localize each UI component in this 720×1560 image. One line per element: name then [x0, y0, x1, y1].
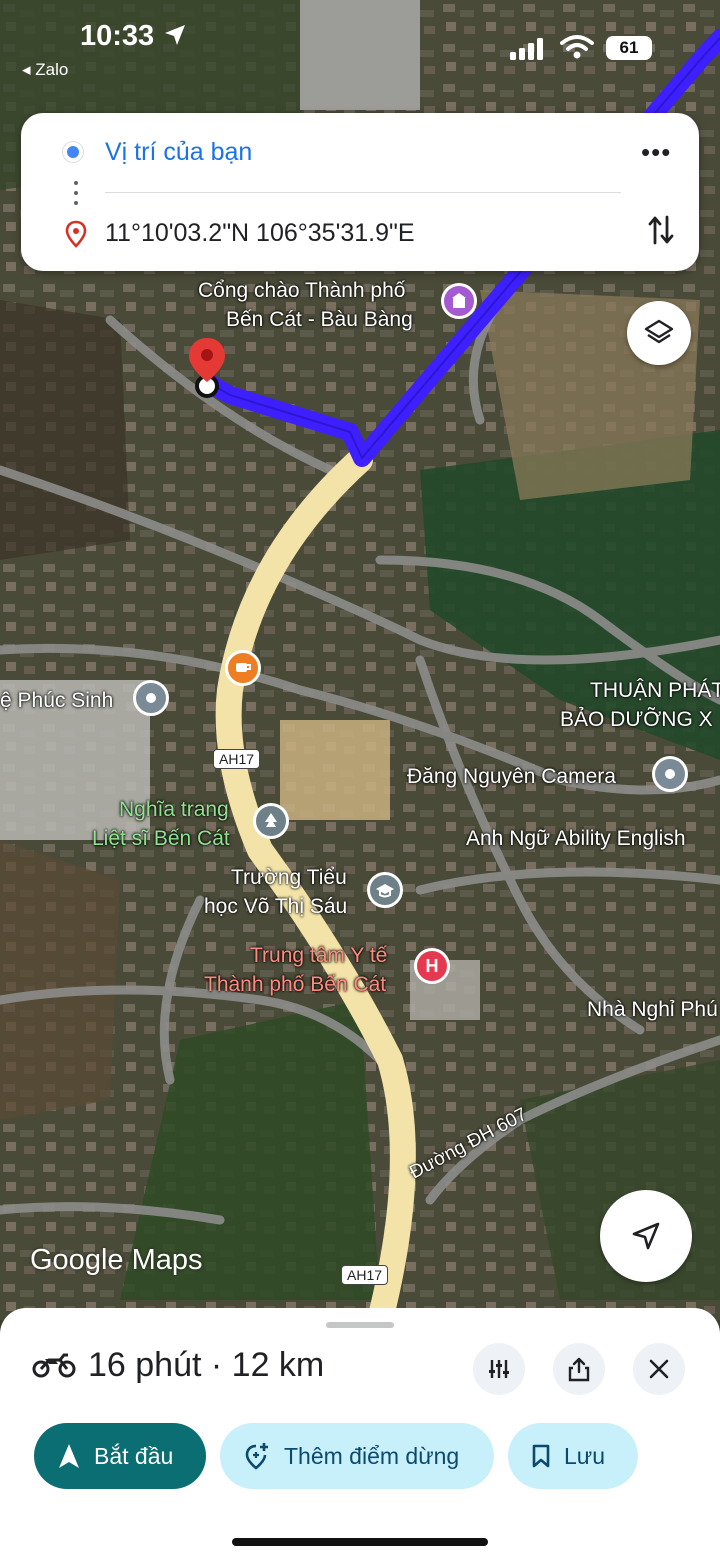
- wifi-icon: [560, 35, 594, 59]
- map-label: Đăng Nguyên Camera: [407, 765, 616, 788]
- place-icon[interactable]: [133, 680, 169, 716]
- origin-dot-icon: [63, 142, 83, 162]
- signal-icon: [510, 38, 543, 60]
- layers-icon: [644, 319, 674, 344]
- recenter-button[interactable]: [600, 1190, 692, 1282]
- map-label: THUẬN PHÁT: [590, 679, 720, 702]
- route-card: Vị trí của bạn 11°10'03.2"N 106°35'31.9"…: [21, 113, 699, 271]
- map-label: Liệt sĩ Bến Cát: [92, 827, 230, 850]
- cafe-icon[interactable]: [225, 650, 261, 686]
- route-connector: [74, 181, 78, 211]
- cemetery-icon[interactable]: [253, 803, 289, 839]
- map-label: Nghĩa trang: [119, 798, 229, 821]
- start-button[interactable]: Bắt đầu: [34, 1423, 206, 1489]
- filter-icon: [489, 1360, 509, 1378]
- map-label: Anh Ngữ Ability English: [466, 827, 686, 850]
- share-button[interactable]: [553, 1343, 605, 1395]
- home-indicator[interactable]: [232, 1538, 488, 1546]
- destination-pin-icon[interactable]: [185, 336, 231, 402]
- layers-button[interactable]: [627, 301, 691, 365]
- map-label: Trung tâm Y tế: [250, 944, 388, 967]
- add-stop-icon: [245, 1443, 268, 1470]
- highway-shield: AH17: [213, 749, 261, 769]
- destination-pin-icon: [65, 220, 87, 248]
- battery-icon: 61: [606, 36, 652, 60]
- back-to-app-link[interactable]: ◂ Zalo: [22, 60, 68, 80]
- map-label: Bến Cát - Bàu Bàng: [226, 308, 413, 331]
- save-button[interactable]: Lưu: [508, 1423, 638, 1489]
- swap-icon[interactable]: [647, 213, 675, 247]
- school-icon[interactable]: [367, 872, 403, 908]
- destination-field[interactable]: 11°10'03.2"N 106°35'31.9"E: [105, 219, 415, 248]
- map-label: BẢO DƯỠNG X: [560, 708, 713, 731]
- add-stop-label: Thêm điểm dừng: [284, 1442, 460, 1469]
- map-label: ệ Phúc Sinh: [0, 689, 114, 712]
- close-icon: [649, 1359, 669, 1379]
- recenter-icon: [632, 1222, 660, 1250]
- close-button[interactable]: [633, 1343, 685, 1395]
- share-icon: [568, 1357, 590, 1382]
- save-label: Lưu: [564, 1442, 605, 1469]
- map-label: Thành phố Bến Cát: [204, 973, 387, 996]
- status-time: 10:33: [80, 20, 155, 52]
- status-bar: 10:33 ◂ Zalo 61: [0, 0, 720, 90]
- location-arrow-icon: [165, 25, 185, 45]
- drag-handle[interactable]: [326, 1322, 394, 1328]
- route-options-button[interactable]: [473, 1343, 525, 1395]
- divider: [105, 192, 621, 193]
- map-label: Nhà Nghỉ Phú: [587, 998, 718, 1021]
- motorbike-icon: [32, 1353, 76, 1378]
- hospital-icon[interactable]: H: [414, 948, 450, 984]
- map-label: Cổng chào Thành phố: [198, 279, 406, 302]
- map-label: học Võ Thị Sáu: [204, 895, 348, 918]
- more-icon[interactable]: •••: [641, 137, 671, 168]
- start-button-label: Bắt đầu: [94, 1442, 174, 1469]
- map-label: Trường Tiểu: [231, 866, 347, 889]
- highway-shield: AH17: [341, 1265, 389, 1285]
- directions-sheet: 16 phút · 12 km Bắt đầu Thêm điểm dừng L…: [0, 1308, 720, 1560]
- landmark-icon[interactable]: [441, 283, 477, 319]
- origin-field[interactable]: Vị trí của bạn: [105, 138, 252, 167]
- trip-summary: 16 phút · 12 km: [88, 1346, 325, 1384]
- bookmark-icon: [532, 1444, 550, 1468]
- add-stop-button[interactable]: Thêm điểm dừng: [220, 1423, 494, 1489]
- navigation-icon: [59, 1444, 79, 1468]
- place-icon[interactable]: [652, 756, 688, 792]
- google-maps-watermark: Google Maps: [30, 1244, 203, 1276]
